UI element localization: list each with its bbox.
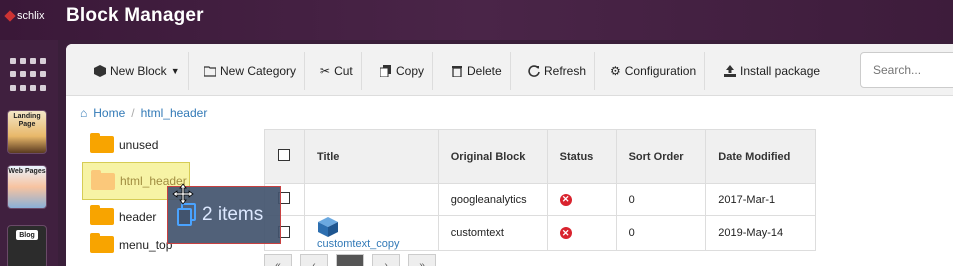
folder-label: header <box>119 209 157 224</box>
next-page-button[interactable]: › <box>372 254 400 266</box>
refresh-icon <box>528 65 540 77</box>
trash-icon <box>452 66 462 77</box>
schlix-logo-icon <box>4 10 16 22</box>
move-cursor-icon <box>172 183 194 205</box>
error-status-icon[interactable]: ✕ <box>559 227 572 240</box>
cut-button[interactable]: ✂ Cut <box>312 52 362 90</box>
upload-icon <box>724 65 736 77</box>
dock-landing-label: Landing Page <box>13 113 41 128</box>
app-title: Block Manager <box>66 5 204 26</box>
install-package-button[interactable]: Install package <box>716 52 828 90</box>
row-title[interactable] <box>303 183 439 216</box>
configuration-label: Configuration <box>624 64 697 78</box>
table-header-row: Title Original Block Status Sort Order D… <box>264 129 816 184</box>
folder-icon <box>90 205 114 225</box>
delete-label: Delete <box>467 64 502 78</box>
refresh-label: Refresh <box>544 64 587 78</box>
col-original-block[interactable]: Original Block <box>437 129 548 184</box>
breadcrumb-separator: / <box>131 106 135 120</box>
new-block-label: New Block <box>110 64 167 78</box>
tree-folder-menu-top[interactable]: menu_top <box>90 233 173 253</box>
row-date-modified: 2017-Mar-1 <box>705 183 816 216</box>
gear-icon: ⚙ <box>610 64 621 78</box>
brand-name: schlix <box>17 10 45 22</box>
error-status-icon[interactable]: ✕ <box>559 193 572 206</box>
breadcrumb-home[interactable]: Home <box>93 106 125 120</box>
cube-icon <box>94 65 106 77</box>
col-status[interactable]: Status <box>546 129 617 184</box>
row-original-block: customtext <box>437 215 548 251</box>
col-title[interactable]: Title <box>303 129 439 184</box>
delete-button[interactable]: Delete <box>443 52 511 90</box>
app-dock: Landing Page Web Pages Blog <box>0 40 58 266</box>
col-sort-order[interactable]: Sort Order <box>615 129 707 184</box>
row-title-link[interactable]: customtext_copy <box>317 238 400 250</box>
row-status: ✕ <box>546 215 617 251</box>
brand-logo[interactable]: schlix <box>4 10 45 22</box>
select-all-header <box>264 129 305 184</box>
prev-page-button[interactable]: ‹ <box>300 254 328 266</box>
dock-web-label: Web Pages <box>8 168 46 175</box>
cut-label: Cut <box>334 64 353 78</box>
folder-label: menu_top <box>119 237 173 252</box>
dock-landing-page[interactable]: Landing Page <box>7 110 47 154</box>
refresh-button[interactable]: Refresh <box>520 52 596 90</box>
copy-button[interactable]: Copy <box>372 52 434 90</box>
folder-icon <box>90 233 114 253</box>
select-all-checkbox[interactable] <box>278 149 291 161</box>
current-page-button[interactable] <box>336 254 364 266</box>
row-status: ✕ <box>546 183 617 216</box>
table-row[interactable]: customtext_copy customtext ✕ 0 2019-May-… <box>264 215 816 251</box>
apps-grid-icon[interactable] <box>10 58 46 94</box>
folder-icon <box>90 133 114 153</box>
install-package-label: Install package <box>740 64 821 78</box>
blocks-table: Title Original Block Status Sort Order D… <box>264 129 816 266</box>
search-input[interactable] <box>860 52 953 88</box>
tree-folder-header[interactable]: header <box>90 205 157 225</box>
copy-icon <box>177 203 196 226</box>
dock-web-pages[interactable]: Web Pages <box>7 165 47 209</box>
tree-folder-unused[interactable]: unused <box>90 133 159 153</box>
copy-label: Copy <box>396 64 425 78</box>
row-sort-order: 0 <box>615 183 707 216</box>
dock-blog-label: Blog <box>16 230 38 240</box>
scissors-icon: ✂ <box>320 64 331 78</box>
folder-icon <box>91 169 115 190</box>
first-page-button[interactable]: « <box>264 254 292 266</box>
row-sort-order: 0 <box>615 215 707 251</box>
top-bar: schlix Block Manager <box>0 0 953 40</box>
col-date-modified[interactable]: Date Modified <box>705 129 816 184</box>
configuration-button[interactable]: ⚙ Configuration <box>602 52 706 90</box>
block-cube-icon <box>317 217 338 237</box>
row-original-block: googleanalytics <box>437 183 548 216</box>
toolbar: New Block ▼ New Category ✂ Cut Copy Dele… <box>66 44 953 96</box>
drag-count-label: 2 items <box>202 204 264 225</box>
pagination: « ‹ › » <box>264 254 436 266</box>
folder-icon <box>204 66 216 77</box>
new-category-button[interactable]: New Category <box>196 52 306 90</box>
home-icon: ⌂ <box>80 106 88 120</box>
breadcrumb-current[interactable]: html_header <box>141 106 208 120</box>
table-row[interactable]: googleanalytics ✕ 0 2017-Mar-1 <box>264 183 816 216</box>
copy-icon <box>380 65 391 77</box>
row-title-cell: customtext_copy <box>303 215 439 251</box>
last-page-button[interactable]: » <box>408 254 436 266</box>
dock-blog[interactable]: Blog <box>7 225 47 266</box>
breadcrumb: ⌂ Home / html_header <box>80 106 207 120</box>
folder-label: unused <box>119 137 159 152</box>
new-block-button[interactable]: New Block ▼ <box>86 52 189 90</box>
row-date-modified: 2019-May-14 <box>705 215 816 251</box>
caret-down-icon: ▼ <box>170 66 180 76</box>
new-category-label: New Category <box>220 64 297 78</box>
